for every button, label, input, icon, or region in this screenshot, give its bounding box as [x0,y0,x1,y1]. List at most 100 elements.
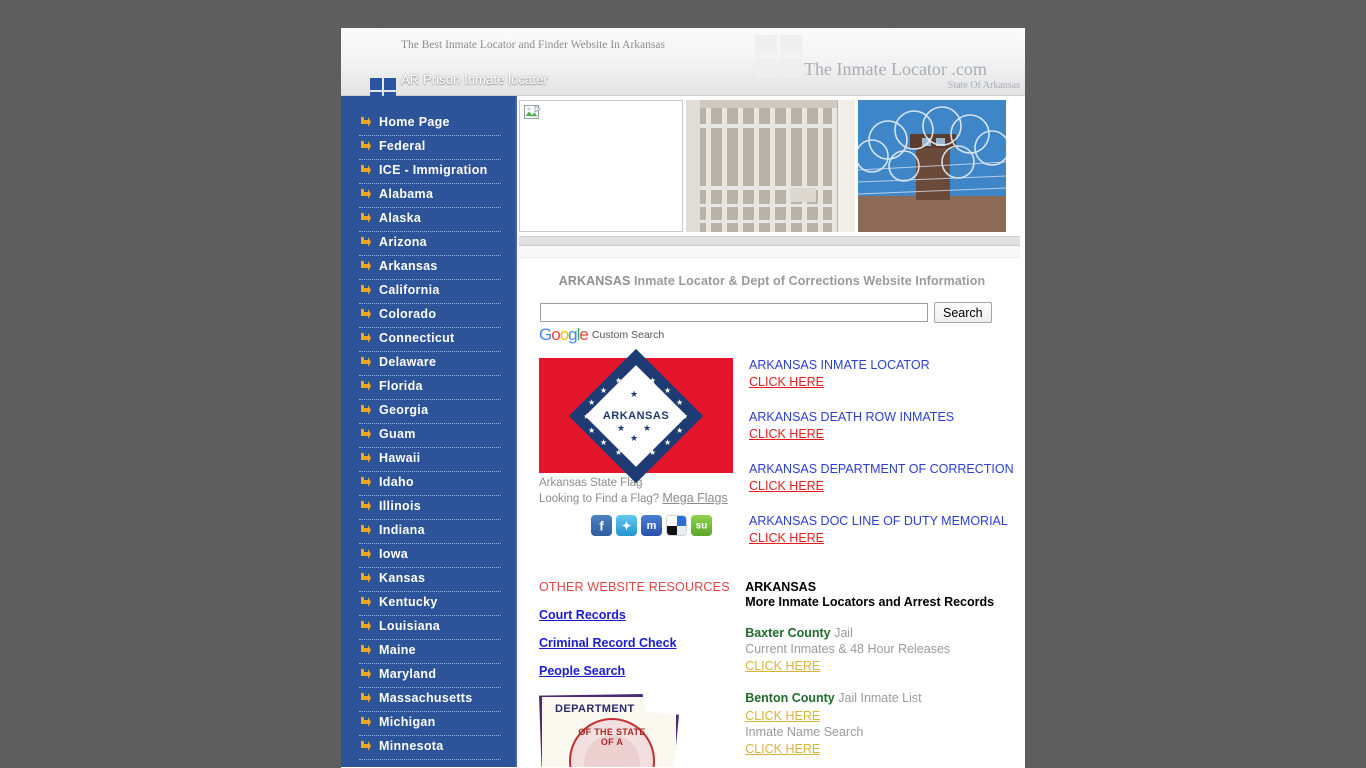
arrow-down-right-icon [361,189,371,199]
sidebar-item-label: Minnesota [379,739,444,753]
flag-border-star-icon: ★ [600,438,608,447]
delicious-icon[interactable] [666,515,687,536]
sidebar-item-connecticut[interactable]: Connecticut [359,328,501,352]
criminal-record-check-link[interactable]: Criminal Record Check [539,636,745,650]
flag-label: ARKANSAS [602,409,670,422]
sidebar-item-label: Arkansas [379,259,438,273]
click-here-link[interactable]: CLICK HERE [749,427,824,441]
county-desc: Jail Inmate List [834,691,922,705]
patch-seal-text: OF THE STATE OF A [578,727,646,747]
sidebar-item-arkansas[interactable]: Arkansas [359,256,501,280]
twitter-icon[interactable]: ✦ [616,515,637,536]
google-logo-icon: Google [539,325,589,344]
brand-squares-icon [755,35,803,79]
arrow-down-right-icon [361,453,371,463]
sidebar-item-iowa[interactable]: Iowa [359,544,501,568]
search-button[interactable]: Search [934,302,992,323]
click-here-link[interactable]: CLICK HERE [749,375,824,389]
click-here-link[interactable]: CLICK HERE [745,659,820,674]
search-input[interactable] [540,303,928,322]
site-tagline: The Best Inmate Locator and Finder Websi… [401,39,665,51]
arrow-down-right-icon [361,261,371,271]
sidebar-item-florida[interactable]: Florida [359,376,501,400]
sidebar-item-illinois[interactable]: Illinois [359,496,501,520]
flag-caption-line2: Looking to Find a Flag? [539,493,663,505]
sidebar-item-alaska[interactable]: Alaska [359,208,501,232]
county-sub-line: Current Inmates & 48 Hour Releases [745,642,951,656]
click-here-link[interactable]: CLICK HERE [745,742,820,757]
flag-star-icon: ★ [630,433,639,443]
sidebar-item-michigan[interactable]: Michigan [359,712,501,736]
flag-and-links-row: ARKANSAS ★ ★ ★ ★ ★ ★ ★ ★ ★ ★ ★ ★ ★ ★ ★ ★… [539,348,1025,566]
primary-links-column: ARKANSAS INMATE LOCATOR CLICK HERE ARKAN… [739,358,1024,566]
sidebar-item-colorado[interactable]: Colorado [359,304,501,328]
sidebar-item-guam[interactable]: Guam [359,424,501,448]
facebook-icon[interactable]: f [591,515,612,536]
flag-border-star-icon: ★ [588,426,596,435]
arrow-down-right-icon [361,237,371,247]
flag-column: ARKANSAS ★ ★ ★ ★ ★ ★ ★ ★ ★ ★ ★ ★ ★ ★ ★ ★… [539,348,739,566]
sidebar-item-hawaii[interactable]: Hawaii [359,448,501,472]
sidebar-item-label: Michigan [379,715,436,729]
banner-strip [519,96,1025,236]
sidebar-item-maryland[interactable]: Maryland [359,664,501,688]
link-title[interactable]: ARKANSAS DEPARTMENT OF CORRECTION [749,462,1024,477]
link-block: ARKANSAS DOC LINE OF DUTY MEMORIAL CLICK… [749,514,1024,547]
site-page: The Best Inmate Locator and Finder Websi… [341,28,1025,768]
myspace-icon[interactable]: m [641,515,662,536]
click-here-link[interactable]: CLICK HERE [749,531,824,545]
mega-flags-link[interactable]: Mega Flags [662,491,727,505]
sidebar-item-label: Maryland [379,667,437,681]
sidebar-item-arizona[interactable]: Arizona [359,232,501,256]
county-name: Baxter County [745,626,831,640]
click-here-link[interactable]: CLICK HERE [749,479,824,493]
county-title-line: Benton County Jail Inmate List [745,689,1025,707]
sidebar-item-label: Indiana [379,523,425,537]
arkansas-doc-patch-image: DEPARTMENT OF THE STATE OF A [539,694,689,767]
link-title[interactable]: ARKANSAS INMATE LOCATOR [749,358,1024,373]
court-records-link[interactable]: Court Records [539,608,745,622]
stumbleupon-icon[interactable]: su [691,515,712,536]
sidebar-item-minnesota[interactable]: Minnesota [359,736,501,760]
other-resources-title: OTHER WEBSITE RESOURCES [539,580,730,594]
sidebar-item-california[interactable]: California [359,280,501,304]
sidebar-item-alabama[interactable]: Alabama [359,184,501,208]
arrow-down-right-icon [361,309,371,319]
sidebar-item-home-page[interactable]: Home Page [359,112,501,136]
arrow-down-right-icon [361,573,371,583]
sidebar-item-idaho[interactable]: Idaho [359,472,501,496]
lower-row: OTHER WEBSITE RESOURCES Court Records Cr… [539,580,1025,767]
arrow-down-right-icon [361,141,371,151]
arkansas-state-flag-image: ARKANSAS ★ ★ ★ ★ ★ ★ ★ ★ ★ ★ ★ ★ ★ ★ ★ ★… [539,348,733,483]
banner-image-guard-tower [858,100,1006,232]
separator-bar [519,236,1020,246]
link-title[interactable]: ARKANSAS DEATH ROW INMATES [749,410,1024,425]
sidebar-item-georgia[interactable]: Georgia [359,400,501,424]
arrow-down-right-icon [361,117,371,127]
sidebar-item-indiana[interactable]: Indiana [359,520,501,544]
sidebar-item-label: Kansas [379,571,426,585]
link-title[interactable]: ARKANSAS DOC LINE OF DUTY MEMORIAL [749,514,1024,529]
sidebar-item-kentucky[interactable]: Kentucky [359,592,501,616]
sidebar-item-kansas[interactable]: Kansas [359,568,501,592]
sidebar-item-massachusetts[interactable]: Massachusetts [359,688,501,712]
county-entry: Benton County Jail Inmate List CLICK HER… [745,689,1025,758]
sidebar-item-delaware[interactable]: Delaware [359,352,501,376]
county-title-line: Baxter County Jail [745,624,1025,642]
arrow-down-right-icon [361,741,371,751]
arrow-down-right-icon [361,597,371,607]
arrow-down-right-icon [361,213,371,223]
broken-image-icon [524,105,541,119]
page-title-state: ARKANSAS [558,274,631,288]
people-search-link[interactable]: People Search [539,664,745,678]
sidebar-item-maine[interactable]: Maine [359,640,501,664]
body-wrapper: Home Page Federal ICE - Immigration Alab… [341,96,1025,767]
click-here-link[interactable]: CLICK HERE [745,709,820,724]
arrow-down-right-icon [361,357,371,367]
counties-heading-line1: ARKANSAS [745,580,817,594]
sidebar-item-ice-immigration[interactable]: ICE - Immigration [359,160,501,184]
page-title-rest: Inmate Locator & Dept of Corrections Web… [630,274,986,288]
sidebar-item-louisiana[interactable]: Louisiana [359,616,501,640]
sidebar-item-federal[interactable]: Federal [359,136,501,160]
sidebar-item-label: Georgia [379,403,429,417]
